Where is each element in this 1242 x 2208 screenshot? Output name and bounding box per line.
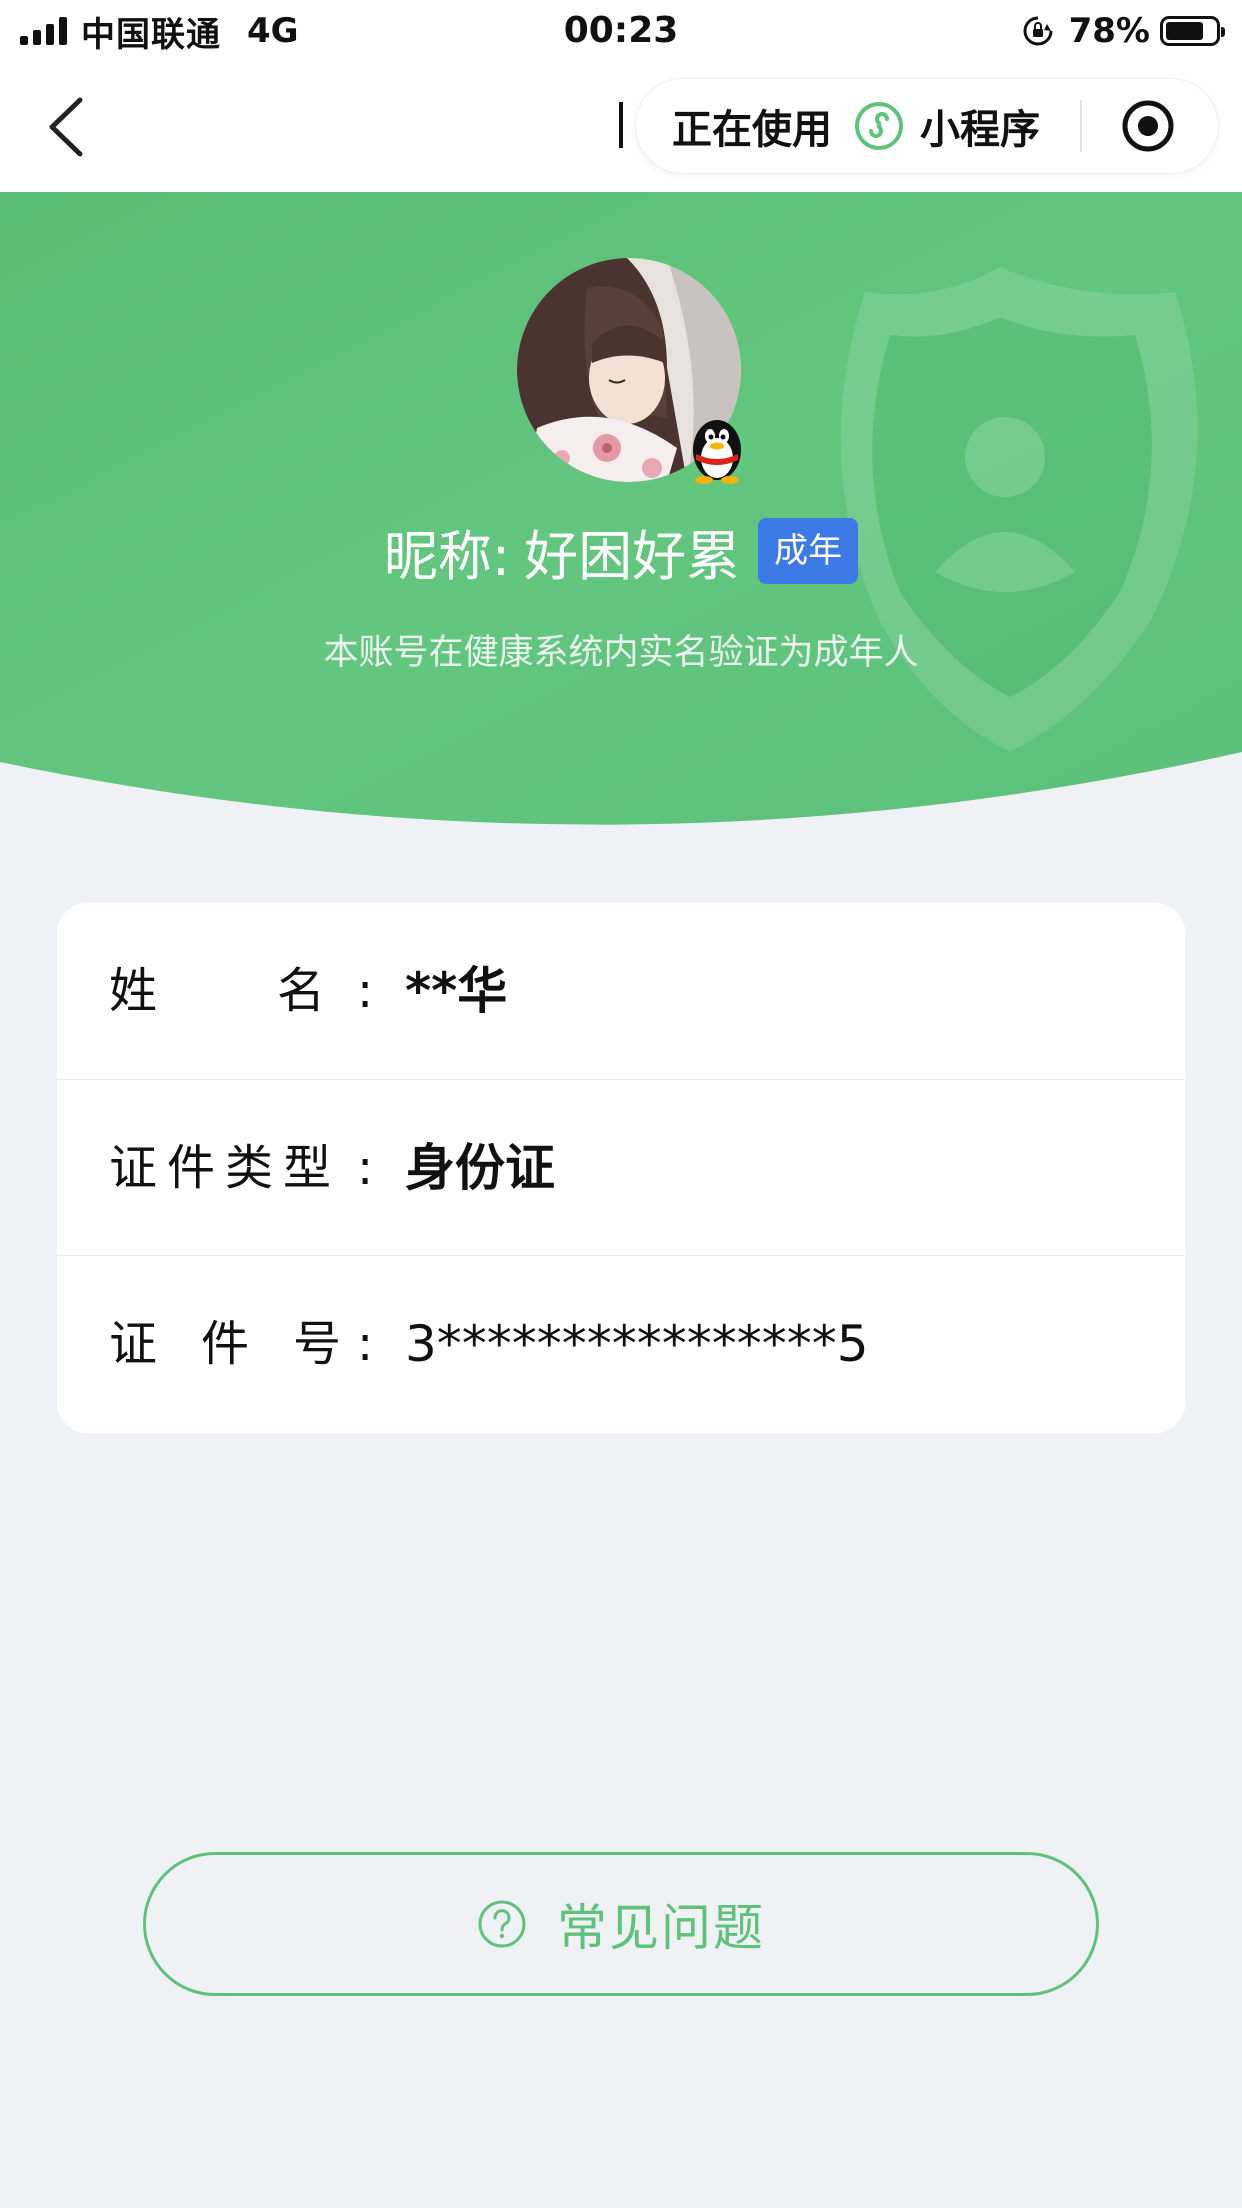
capsule-close-button[interactable]	[1116, 94, 1180, 158]
nickname-row: 昵称: 好困好累 成年	[0, 514, 1242, 588]
id-number-value: 3****************5	[405, 1315, 869, 1373]
name-colon: :	[357, 963, 374, 1019]
chevron-left-icon	[49, 97, 83, 157]
capsule-divider	[1080, 100, 1082, 152]
name-label: 姓名	[109, 963, 446, 1019]
id-number-label: 证件号	[109, 1316, 386, 1372]
capsule-info-button[interactable]: 正在使用 小程序	[636, 79, 1040, 173]
identity-info-card: 姓名 : **华 证件类型 : 身份证 证件号 : 3*************…	[57, 903, 1185, 1433]
back-button[interactable]	[40, 92, 100, 162]
verification-text: 本账号在健康系统内实名验证为成年人	[323, 633, 919, 673]
mini-program-capsule: 正在使用 小程序	[635, 78, 1219, 174]
id-number-colon: :	[357, 1316, 374, 1372]
question-circle-icon	[478, 1900, 526, 1948]
battery-fill	[1166, 22, 1204, 40]
record-circle-icon	[1122, 100, 1174, 152]
status-bar: 中国联通 4G 00:23 78%	[0, 0, 1242, 62]
info-row-id-type: 证件类型 : 身份证	[57, 1079, 1185, 1255]
name-value: **华	[405, 962, 508, 1020]
info-row-name: 姓名 : **华	[57, 903, 1185, 1079]
faq-label: 常见问题	[557, 1899, 765, 1957]
nickname-label: 昵称:	[383, 524, 511, 588]
id-type-label: 证件类型	[109, 1140, 342, 1196]
battery-percent: 78%	[1068, 11, 1150, 51]
age-tag-badge: 成年	[758, 518, 859, 584]
text-cursor	[619, 102, 623, 148]
id-type-colon: :	[357, 1140, 374, 1196]
nav-bar: 正在使用 小程序	[0, 62, 1242, 192]
id-type-value: 身份证	[405, 1139, 555, 1197]
rotation-lock-icon	[1023, 16, 1053, 46]
battery-icon	[1160, 16, 1225, 46]
qq-penguin-icon	[693, 420, 741, 484]
nickname-value: 好困好累	[524, 524, 741, 588]
capsule-app-label: 小程序	[920, 107, 1040, 153]
status-right: 78%	[1021, 8, 1225, 54]
capsule-status-label: 正在使用	[672, 107, 832, 153]
mini-program-icon	[855, 102, 903, 150]
faq-button[interactable]: 常见问题	[143, 1852, 1099, 1996]
profile-header: 昵称: 好困好累 成年 本账号在健康系统内实名验证为成年人	[0, 192, 1242, 832]
info-row-id-number: 证件号 : 3****************5	[57, 1255, 1185, 1431]
